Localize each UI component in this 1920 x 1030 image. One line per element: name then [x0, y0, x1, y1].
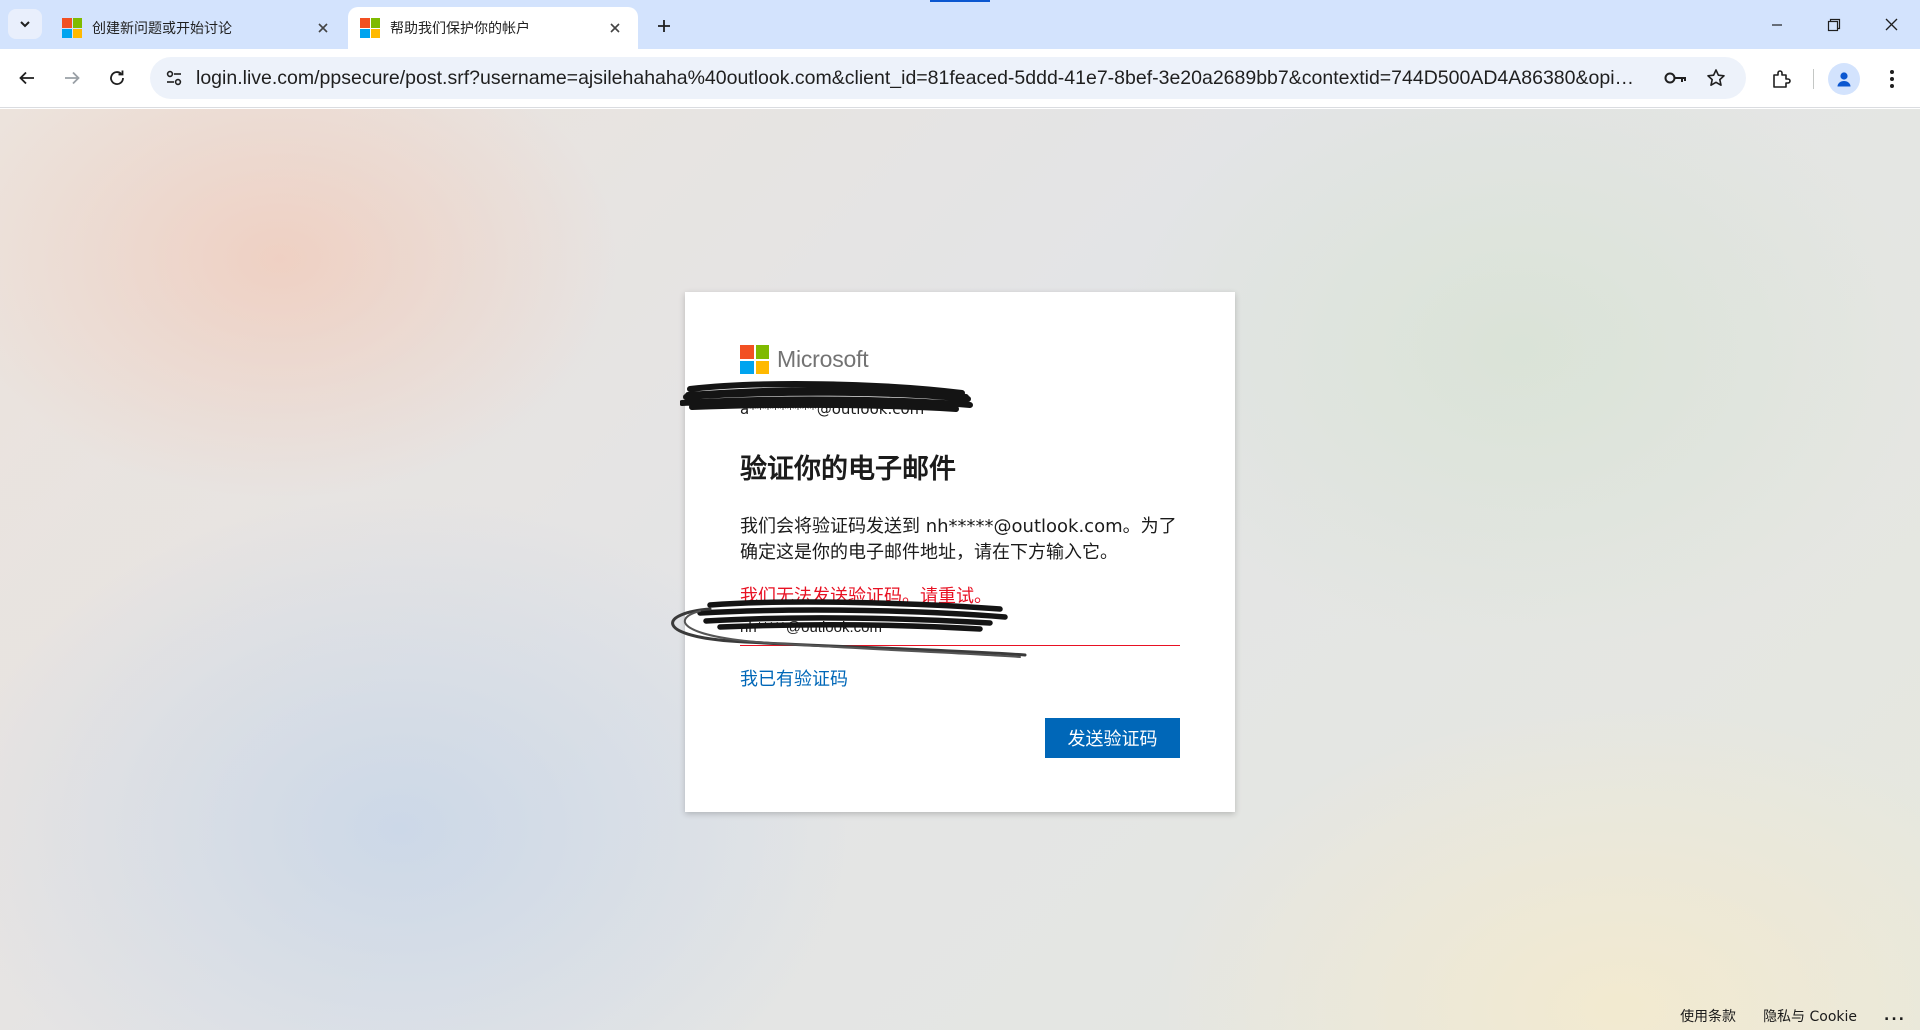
microsoft-logo-icon [62, 18, 82, 38]
microsoft-logo-icon [740, 345, 769, 374]
minimize-button[interactable] [1748, 0, 1806, 49]
browser-toolbar: login.live.com/ppsecure/post.srf?usernam… [0, 49, 1920, 108]
site-info-button[interactable] [154, 61, 194, 95]
menu-button[interactable] [1874, 61, 1910, 97]
page-background: Microsoft a*********@outlook.com 验证你的电子邮… [0, 109, 1920, 1030]
window-close-button[interactable] [1862, 0, 1920, 49]
new-tab-button[interactable] [650, 12, 678, 40]
puzzle-icon [1773, 70, 1791, 88]
drag-indicator [930, 0, 990, 2]
plus-icon [658, 20, 670, 32]
page-title: 验证你的电子邮件 [740, 454, 956, 485]
restore-icon [1827, 18, 1841, 31]
tab-protect-account[interactable]: 帮助我们保护你的帐户 [348, 7, 638, 49]
verify-email-card: Microsoft a*********@outlook.com 验证你的电子邮… [671, 292, 1235, 812]
arrow-right-icon [65, 71, 80, 85]
reload-icon [110, 70, 124, 85]
tab-title: 创建新问题或开始讨论 [92, 21, 232, 37]
tab-create-issue[interactable]: 创建新问题或开始讨论 [50, 7, 346, 49]
more-vertical-icon [1890, 70, 1894, 88]
address-bar[interactable]: login.live.com/ppsecure/post.srf?usernam… [150, 57, 1746, 99]
close-icon[interactable] [604, 17, 626, 39]
brand-name: Microsoft [777, 346, 869, 372]
url-text[interactable]: login.live.com/ppsecure/post.srf?usernam… [196, 67, 1644, 90]
description-text: 我们会将验证码发送到 nh*****@outlook.com。为了确定这是你的电… [740, 516, 1177, 563]
privacy-cookie-link[interactable]: 隐私与 Cookie [1763, 1006, 1857, 1026]
have-code-link[interactable]: 我已有验证码 [740, 665, 848, 691]
forward-button[interactable] [55, 61, 89, 95]
key-icon [1664, 72, 1686, 84]
extensions-button[interactable] [1763, 61, 1799, 97]
back-button[interactable] [10, 61, 44, 95]
email-field[interactable] [740, 610, 1180, 646]
profile-button[interactable] [1828, 63, 1860, 95]
tune-icon [166, 70, 182, 86]
send-code-button[interactable]: 发送验证码 [1045, 718, 1180, 758]
tab-search-button[interactable] [8, 9, 42, 39]
terms-link[interactable]: 使用条款 [1680, 1006, 1736, 1026]
close-icon [1885, 18, 1897, 31]
restore-button[interactable] [1805, 0, 1863, 49]
person-icon [1837, 72, 1851, 87]
star-icon [1707, 69, 1725, 86]
microsoft-logo-icon [360, 18, 380, 38]
bookmark-button[interactable] [1698, 60, 1734, 96]
more-options-button[interactable]: ... [1884, 1008, 1906, 1024]
toolbar-divider [1813, 69, 1814, 89]
brand: Microsoft [740, 345, 869, 374]
password-key-button[interactable] [1658, 60, 1694, 96]
tab-strip: 创建新问题或开始讨论 帮助我们保护你的帐户 [0, 0, 1920, 49]
error-message: 我们无法发送验证码。请重试。 [740, 586, 992, 607]
close-icon[interactable] [312, 17, 334, 39]
footer: 使用条款 隐私与 Cookie ... [1680, 1002, 1920, 1030]
reload-button[interactable] [100, 61, 134, 95]
minimize-icon [1772, 23, 1782, 26]
arrow-left-icon [19, 71, 34, 85]
chevron-down-icon [20, 21, 30, 28]
tab-title: 帮助我们保护你的帐户 [390, 21, 530, 37]
account-identity: a*********@outlook.com [740, 400, 925, 418]
